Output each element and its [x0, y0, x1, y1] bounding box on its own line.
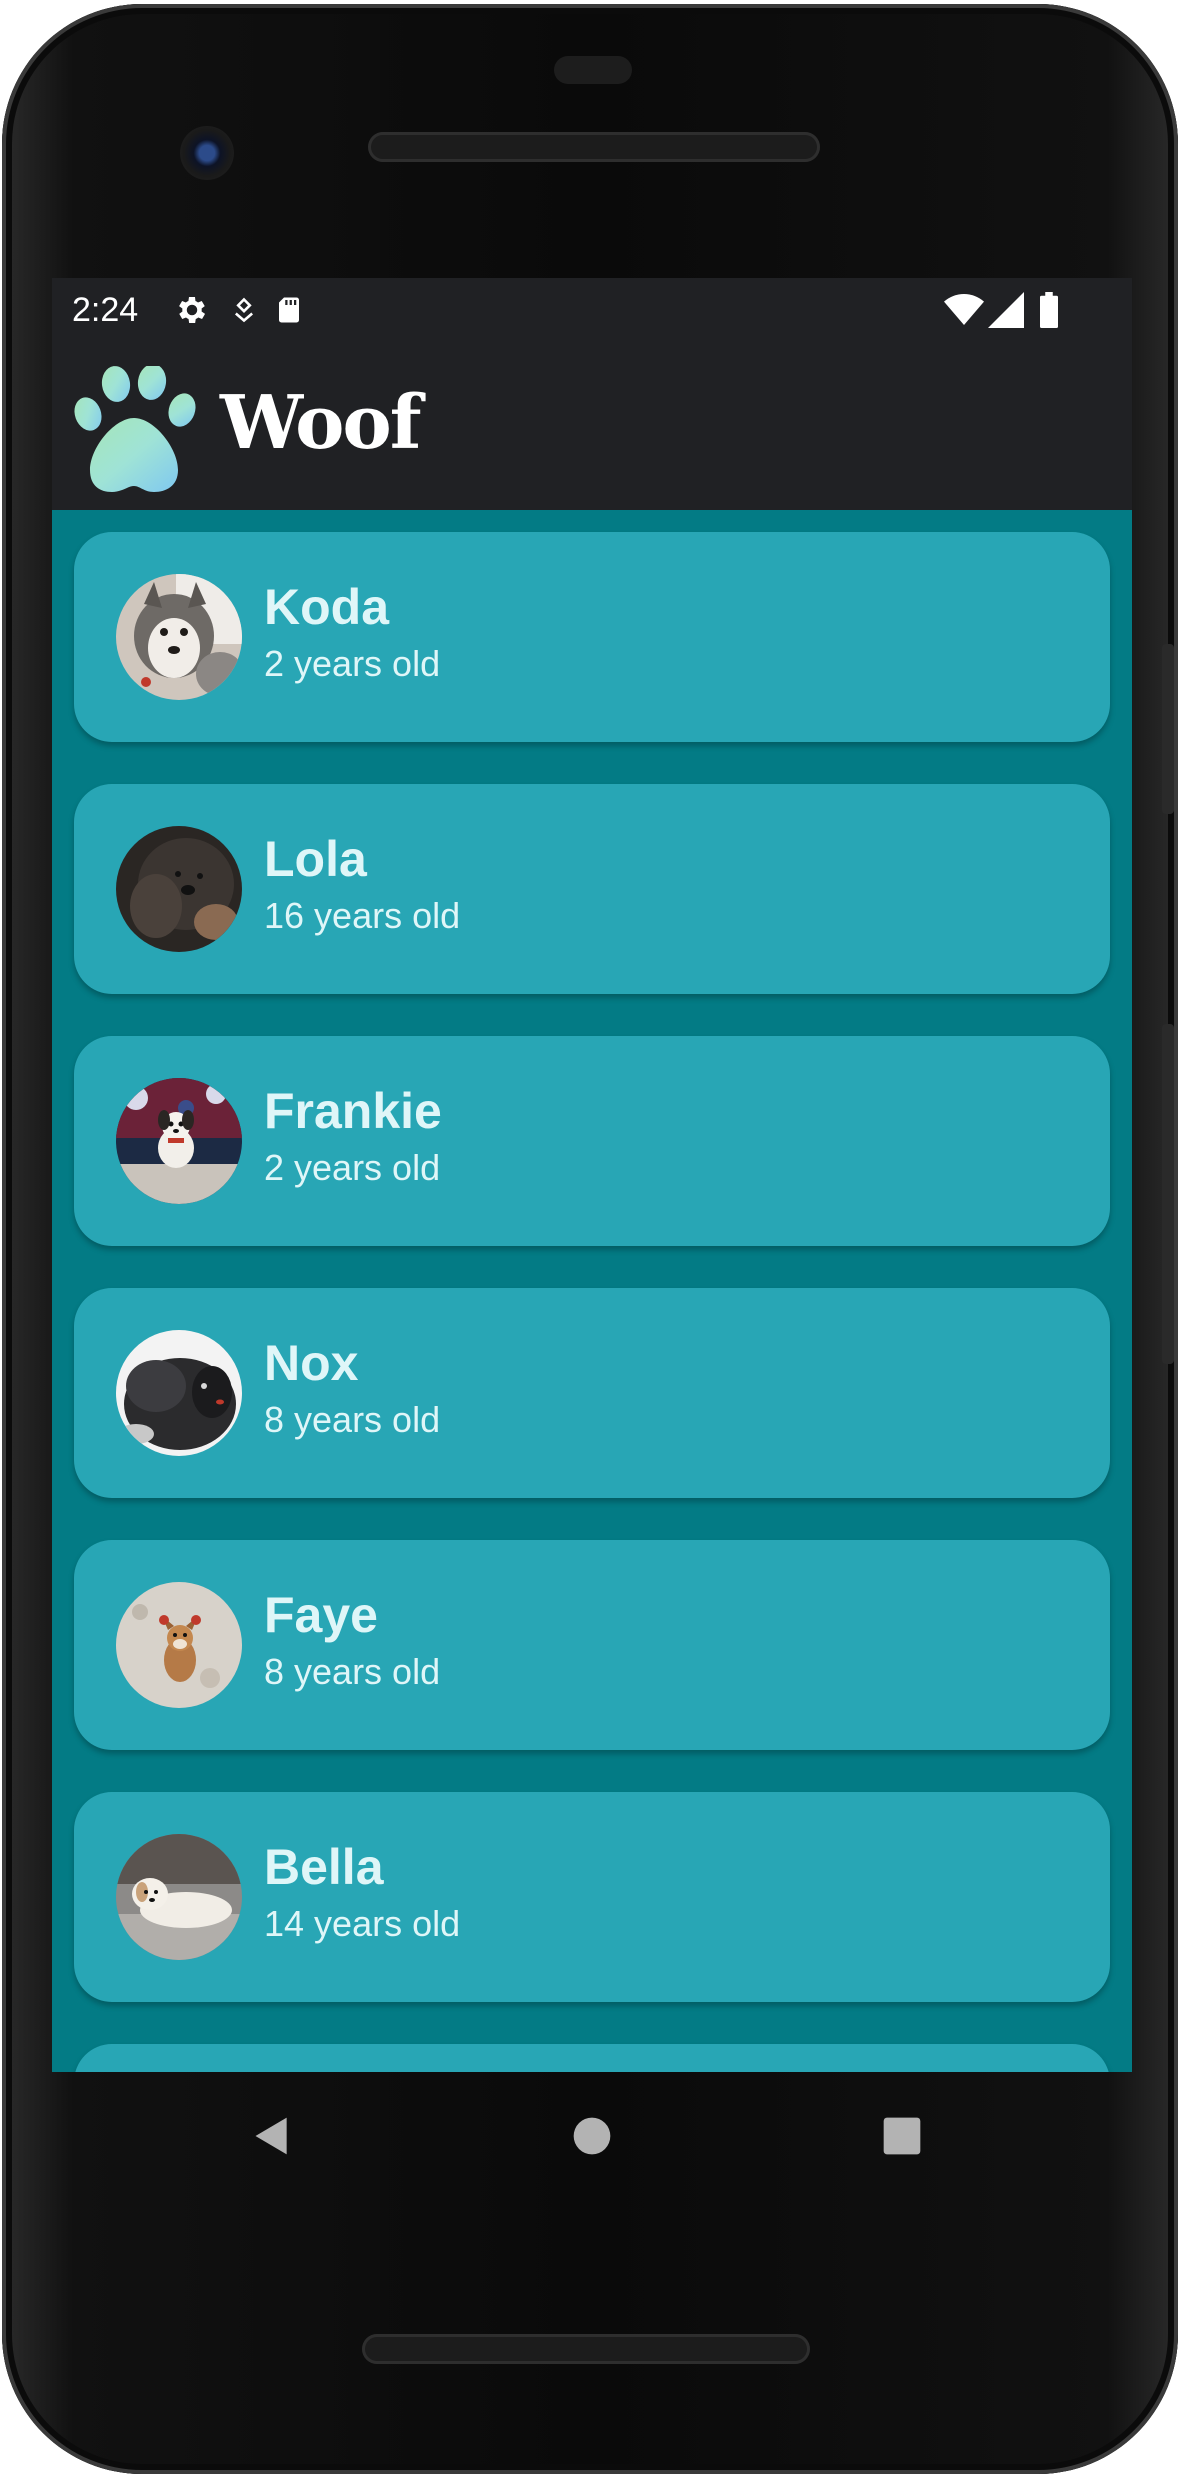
front-camera	[180, 126, 234, 180]
dog-age: 8 years old	[264, 1651, 441, 1692]
dog-card[interactable]: Faye 8 years old	[74, 1540, 1110, 1750]
proximity-sensor	[554, 56, 632, 84]
dog-photo	[116, 1834, 242, 1960]
dog-name: Bella	[264, 1839, 384, 1895]
dog-card[interactable]: Koda 2 years old	[74, 532, 1110, 742]
app-screen: 2:24 Woof Koda 2 years old Lola 16 years…	[52, 278, 1132, 2072]
status-bar: 2:24	[52, 278, 1132, 342]
dog-name: Lola	[264, 831, 367, 887]
app-title: Woof	[220, 380, 422, 466]
back-icon	[255, 2117, 287, 2155]
power-button	[1162, 644, 1174, 814]
cellular-signal-icon	[988, 292, 1024, 328]
sd-card-icon	[279, 297, 299, 323]
dog-card-partial[interactable]	[74, 2044, 1110, 2072]
dog-name: Faye	[264, 1587, 378, 1643]
back-button[interactable]	[240, 2104, 304, 2168]
dog-name: Koda	[264, 579, 389, 635]
dog-age: 2 years old	[264, 643, 441, 684]
home-button[interactable]	[560, 2104, 624, 2168]
dog-name: Frankie	[264, 1083, 442, 1139]
wifi-icon	[944, 294, 984, 325]
lola-photo-image	[116, 826, 242, 952]
dog-card[interactable]: Lola 16 years old	[74, 784, 1110, 994]
dog-photo	[116, 574, 242, 700]
dog-name: Nox	[264, 1335, 359, 1391]
dog-photo	[116, 1330, 242, 1456]
app-bar: Woof	[52, 342, 1132, 510]
status-time: 2:24	[72, 291, 139, 329]
gear-icon	[179, 296, 206, 324]
system-nav-bar	[52, 2072, 1132, 2200]
bella-photo-image	[116, 1834, 242, 1960]
frankie-photo-image	[116, 1078, 242, 1204]
dog-photo	[116, 826, 242, 952]
bottom-speaker	[362, 2334, 810, 2364]
location-pin-icon	[234, 297, 254, 323]
dog-card[interactable]: Bella 14 years old	[74, 1792, 1110, 2002]
dog-age: 14 years old	[264, 1903, 461, 1944]
dog-card[interactable]: Nox 8 years old	[74, 1288, 1110, 1498]
koda-photo-image	[116, 574, 242, 700]
volume-button	[1162, 1024, 1174, 1364]
dog-age: 16 years old	[264, 895, 461, 936]
recents-button[interactable]	[870, 2104, 934, 2168]
dog-age: 8 years old	[264, 1399, 441, 1440]
dog-card[interactable]: Frankie 2 years old	[74, 1036, 1110, 1246]
faye-photo-image	[116, 1582, 242, 1708]
dog-photo	[116, 1078, 242, 1204]
earpiece-speaker	[368, 132, 820, 162]
paw-icon	[74, 366, 196, 492]
dog-photo	[116, 1582, 242, 1708]
home-icon	[573, 2117, 611, 2155]
dog-age: 2 years old	[264, 1147, 441, 1188]
battery-icon	[1040, 292, 1058, 328]
nox-photo-image	[116, 1330, 242, 1456]
recents-icon	[883, 2117, 921, 2155]
